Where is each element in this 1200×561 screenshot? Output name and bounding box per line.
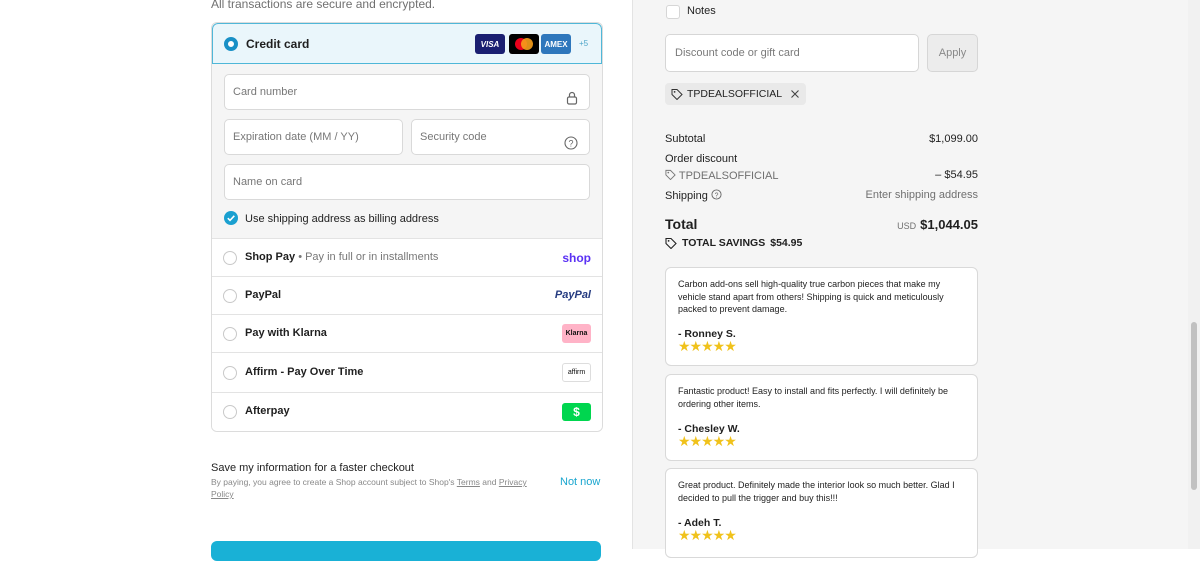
order-discount-label: Order discount: [665, 153, 738, 165]
shop-pay-sub: • Pay in full or in installments: [298, 251, 439, 263]
help-icon[interactable]: ?: [564, 130, 578, 164]
billing-address-label: Use shipping address as billing address: [245, 213, 439, 225]
notes-label: Notes: [687, 5, 716, 17]
afterpay-option[interactable]: Afterpay $: [212, 392, 602, 431]
klarna-option[interactable]: Pay with Klarna Klarna: [212, 314, 602, 352]
billing-address-checkbox[interactable]: [224, 211, 238, 225]
svg-text:?: ?: [714, 192, 718, 199]
klarna-logo-icon: Klarna: [562, 324, 591, 343]
discount-code-label: TPDEALSOFFICIAL: [678, 170, 779, 182]
terms-and: and: [482, 477, 497, 487]
discount-value: – $54.95: [935, 169, 978, 181]
discount-code-input[interactable]: Discount code or gift card: [665, 34, 919, 72]
security-code-placeholder: Security code: [420, 131, 487, 143]
star-rating-icon: ★★★★★: [678, 527, 737, 543]
affirm-label: Affirm - Pay Over Time: [245, 366, 364, 378]
afterpay-label: Afterpay: [245, 405, 290, 417]
name-on-card-placeholder: Name on card: [233, 176, 303, 188]
affirm-logo-icon: affirm: [562, 363, 591, 382]
payment-column: All transactions are secure and encrypte…: [0, 0, 632, 561]
affirm-option[interactable]: Affirm - Pay Over Time affirm: [212, 352, 602, 392]
name-on-card-input[interactable]: Name on card: [224, 164, 590, 200]
shop-pay-option[interactable]: Shop Pay • Pay in full or in installment…: [212, 238, 602, 276]
review-card: Fantastic product! Easy to install and f…: [665, 374, 978, 461]
secure-note: All transactions are secure and encrypte…: [211, 0, 436, 11]
affirm-radio[interactable]: [223, 366, 237, 380]
subtotal-value: $1,099.00: [929, 133, 978, 145]
savings-label: TOTAL SAVINGS: [682, 237, 766, 249]
tag-icon: [665, 169, 676, 181]
total-savings: TOTAL SAVINGS $54.95: [665, 237, 802, 249]
expiration-date-input[interactable]: Expiration date (MM / YY): [224, 119, 403, 155]
pay-now-button[interactable]: [211, 541, 601, 561]
star-rating-icon: ★★★★★: [678, 433, 737, 449]
expiration-placeholder: Expiration date (MM / YY): [233, 131, 359, 143]
shop-pay-radio[interactable]: [223, 251, 237, 265]
paypal-logo-icon: PayPal: [554, 289, 591, 301]
paypal-radio[interactable]: [223, 289, 237, 303]
credit-card-option[interactable]: Credit card VISA AMEX +5: [212, 23, 602, 64]
order-discount-row: Order discount: [665, 153, 978, 165]
savings-value: $54.95: [770, 237, 803, 249]
shipping-value: Enter shipping address: [865, 189, 978, 201]
terms-link[interactable]: Terms: [457, 477, 480, 487]
review-card: Great product. Definitely made the inter…: [665, 468, 978, 558]
total-label: Total: [665, 216, 698, 232]
shop-pay-logo-icon: shop: [562, 251, 591, 265]
star-rating-icon: ★★★★★: [678, 337, 737, 354]
tag-icon: [671, 89, 683, 100]
remove-code-close-icon[interactable]: [790, 89, 800, 99]
not-now-link[interactable]: Not now: [560, 476, 600, 488]
shipping-row: Shipping ? Enter shipping address: [665, 189, 978, 202]
review-text: Great product. Definitely made the inter…: [678, 480, 955, 503]
card-number-placeholder: Card number: [233, 86, 298, 98]
paypal-option[interactable]: PayPal PayPal: [212, 276, 602, 314]
shipping-label: Shipping: [665, 190, 708, 202]
order-summary: Notes Discount code or gift card Apply T…: [632, 0, 1189, 558]
afterpay-radio[interactable]: [223, 405, 237, 419]
applied-code: TPDEALSOFFICIAL: [687, 88, 783, 100]
lock-icon: [566, 85, 578, 119]
subtotal-label: Subtotal: [665, 133, 706, 145]
more-brands-badge: +5: [579, 39, 589, 48]
currency-code: USD: [897, 221, 917, 231]
visa-icon: VISA: [475, 34, 505, 54]
credit-card-radio[interactable]: [224, 37, 238, 51]
review-text: Fantastic product! Easy to install and f…: [678, 386, 948, 409]
credit-card-label: Credit card: [246, 37, 310, 51]
tag-icon: [665, 237, 677, 249]
review-card: Carbon add-ons sell high-quality true ca…: [665, 267, 978, 366]
info-icon[interactable]: ?: [711, 189, 722, 200]
total-value: $1,044.05: [920, 217, 978, 232]
paypal-label: PayPal: [245, 289, 282, 301]
page-scrollbar[interactable]: [1188, 0, 1200, 549]
discount-code-row: TPDEALSOFFICIAL – $54.95: [665, 169, 978, 182]
subtotal-row: Subtotal $1,099.00: [665, 133, 978, 145]
discount-placeholder: Discount code or gift card: [675, 47, 800, 59]
apply-button[interactable]: Apply: [927, 34, 978, 72]
payment-methods: Credit card VISA AMEX +5 Card number Exp…: [211, 22, 603, 432]
notes-checkbox[interactable]: [666, 5, 680, 19]
klarna-label: Pay with Klarna: [245, 327, 327, 339]
checkmark-icon: [227, 215, 235, 222]
amex-icon: AMEX: [541, 34, 571, 54]
total-amount: USD $1,044.05: [897, 217, 978, 232]
svg-text:?: ?: [568, 139, 573, 149]
applied-discount-chip: TPDEALSOFFICIAL: [665, 83, 807, 105]
scrollbar-thumb[interactable]: [1191, 322, 1197, 490]
klarna-radio[interactable]: [223, 327, 237, 341]
card-number-input[interactable]: Card number: [224, 74, 590, 110]
shop-pay-label: Shop Pay: [245, 251, 296, 263]
save-info-terms: By paying, you agree to create a Shop ac…: [211, 476, 531, 500]
mastercard-icon: [509, 34, 539, 54]
review-text: Carbon add-ons sell high-quality true ca…: [678, 279, 944, 314]
save-info-title: Save my information for a faster checkou…: [211, 462, 414, 474]
credit-card-form: Card number Expiration date (MM / YY) Se…: [212, 64, 602, 239]
security-code-input[interactable]: Security code ?: [411, 119, 590, 155]
afterpay-logo-icon: $: [562, 403, 591, 421]
terms-prefix: By paying, you agree to create a Shop ac…: [211, 477, 455, 487]
